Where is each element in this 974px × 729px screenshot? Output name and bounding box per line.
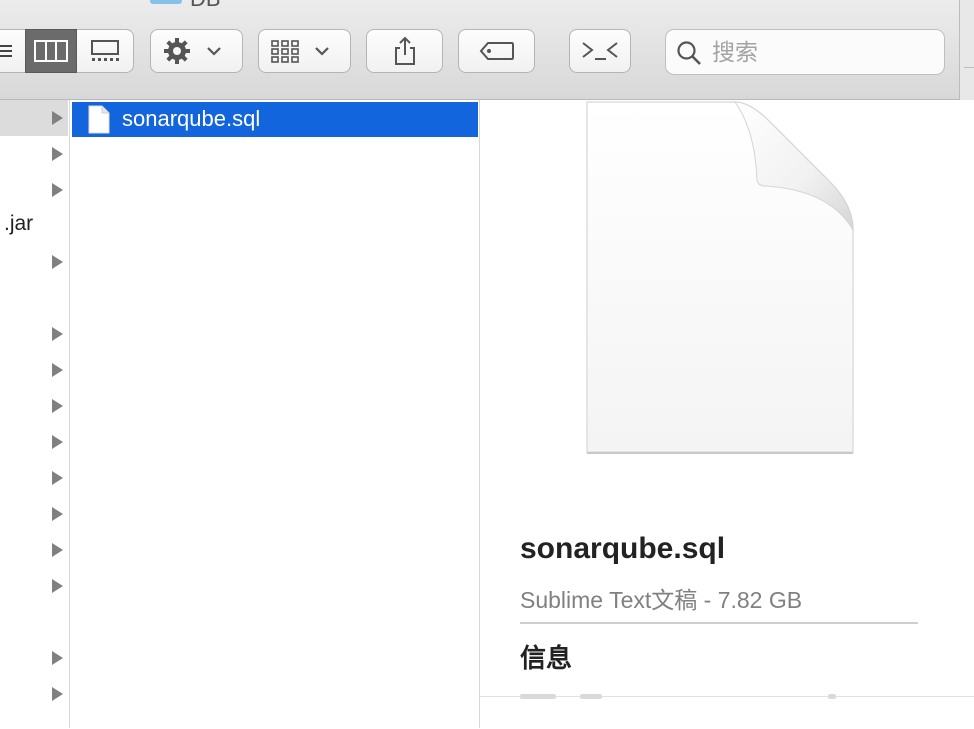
gallery-view-button[interactable] <box>77 29 134 73</box>
search-field[interactable] <box>665 29 945 75</box>
preview-filename: sonarqube.sql <box>520 532 726 565</box>
share-icon <box>394 36 415 65</box>
column1-row[interactable]: .jar <box>0 208 68 244</box>
chevron-down-icon <box>314 47 329 56</box>
disclosure-arrow-icon[interactable] <box>52 111 63 125</box>
preview-kind-size: Sublime Text文稿 - 7.82 GB <box>520 587 803 613</box>
preview-info-heading: 信息 <box>520 643 573 673</box>
column1-row[interactable] <box>0 280 68 316</box>
list-view-icon <box>0 45 12 57</box>
columns-view-icon <box>34 40 68 62</box>
column1-row[interactable] <box>0 316 68 352</box>
info-row-fragment <box>828 694 836 699</box>
file-icon <box>88 105 110 139</box>
disclosure-arrow-icon[interactable] <box>52 363 63 377</box>
disclosure-arrow-icon[interactable] <box>52 507 63 521</box>
disclosure-arrow-icon[interactable] <box>52 579 63 593</box>
folder-icon <box>150 0 182 4</box>
column1-row[interactable] <box>0 388 68 424</box>
column1-row[interactable] <box>0 604 68 640</box>
browser-column-parent: .jar <box>0 100 70 728</box>
chevron-down-icon <box>206 47 221 56</box>
disclosure-arrow-icon[interactable] <box>52 399 63 413</box>
disclosure-arrow-icon[interactable] <box>52 687 63 701</box>
column1-row[interactable] <box>0 568 68 604</box>
window-title: DB <box>190 0 221 12</box>
action-menu-button[interactable] <box>150 29 243 73</box>
disclosure-arrow-icon[interactable] <box>52 435 63 449</box>
browser-column-files: sonarqube.sql <box>70 100 480 728</box>
disclosure-arrow-icon[interactable] <box>52 471 63 485</box>
column1-row[interactable] <box>0 244 68 280</box>
window-edge <box>959 0 974 100</box>
disclosure-arrow-icon[interactable] <box>52 651 63 665</box>
tag-icon <box>479 42 514 60</box>
group-grid-icon <box>270 40 299 63</box>
tag-button[interactable] <box>458 29 535 73</box>
share-button[interactable] <box>366 29 443 73</box>
gallery-view-icon <box>91 40 119 61</box>
group-by-button[interactable] <box>258 29 351 73</box>
disclosure-arrow-icon[interactable] <box>52 327 63 341</box>
column1-row[interactable] <box>0 676 68 712</box>
column1-row[interactable] <box>0 136 68 172</box>
column1-row-label: .jar <box>4 212 34 235</box>
search-input[interactable] <box>712 38 932 66</box>
document-preview-icon <box>586 101 854 454</box>
info-row-fragment <box>520 694 556 699</box>
column1-row[interactable] <box>0 352 68 388</box>
preview-pane: sonarqube.sql Sublime Text文稿 - 7.82 GB 信… <box>480 100 974 729</box>
file-name-label: sonarqube.sql <box>122 106 261 131</box>
column1-row[interactable] <box>0 532 68 568</box>
column1-row[interactable] <box>0 100 68 136</box>
file-row-selected[interactable]: sonarqube.sql <box>72 102 478 137</box>
column1-row[interactable] <box>0 424 68 460</box>
column1-row[interactable] <box>0 460 68 496</box>
preview-divider <box>520 622 918 624</box>
column1-row[interactable] <box>0 640 68 676</box>
disclosure-arrow-icon[interactable] <box>52 543 63 557</box>
columns-view-button[interactable] <box>25 29 77 73</box>
gear-icon <box>163 38 190 64</box>
search-icon <box>676 40 702 71</box>
disclosure-arrow-icon[interactable] <box>52 255 63 269</box>
column1-row[interactable] <box>0 496 68 532</box>
column1-row[interactable] <box>0 172 68 208</box>
open-terminal-button[interactable] <box>569 29 631 73</box>
preview-bottom-bar <box>480 694 974 729</box>
disclosure-arrow-icon[interactable] <box>52 183 63 197</box>
info-row-fragment <box>580 694 602 699</box>
disclosure-arrow-icon[interactable] <box>52 147 63 161</box>
finder-toolbar: DB <box>0 0 974 100</box>
window-edge-divider <box>964 67 974 68</box>
list-view-button[interactable] <box>0 29 25 73</box>
terminal-icon <box>582 42 618 60</box>
